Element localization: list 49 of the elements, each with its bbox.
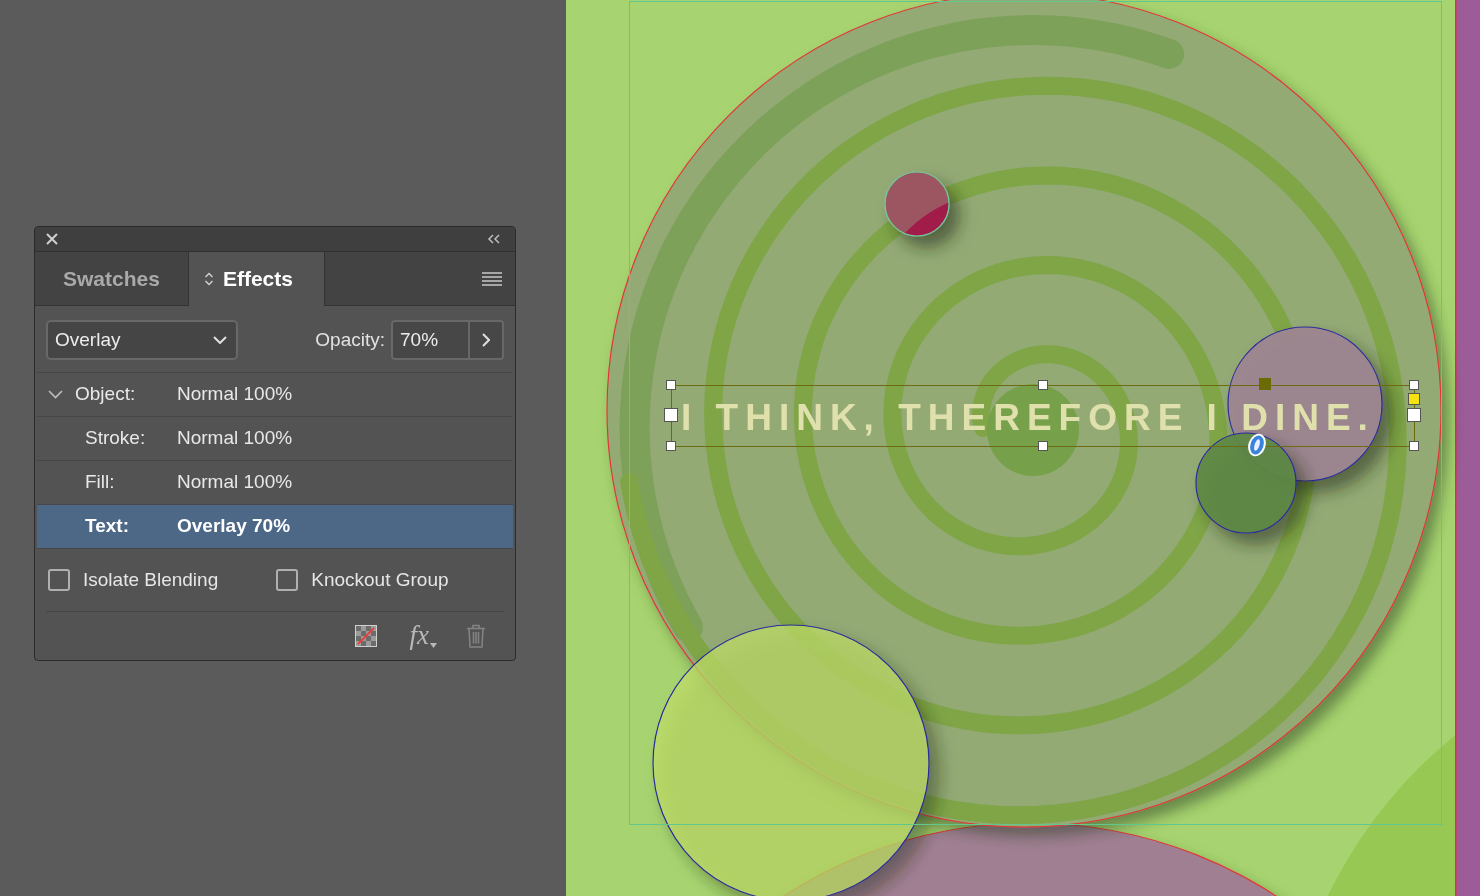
resize-handle[interactable]: [664, 408, 678, 422]
resize-handle[interactable]: [1038, 380, 1048, 390]
effects-button[interactable]: fx: [409, 622, 437, 649]
checkbox-label: Knockout Group: [311, 567, 449, 592]
row-label: Text:: [85, 514, 129, 539]
menu-icon: [482, 271, 502, 286]
clear-effects-button[interactable]: [354, 624, 377, 647]
chevron-down-icon[interactable]: [48, 390, 63, 399]
live-corner-handle[interactable]: [1408, 393, 1420, 405]
trash-icon: [466, 623, 486, 648]
caret-down-icon: [430, 643, 437, 648]
resize-handle[interactable]: [1038, 441, 1048, 451]
checkbox[interactable]: [48, 569, 70, 591]
row-value: Normal 100%: [177, 470, 293, 495]
row-label: Fill:: [85, 470, 115, 495]
row-value: Overlay 70%: [177, 514, 291, 539]
effect-level-row[interactable]: Text: Overlay 70%: [37, 505, 513, 549]
anchor-handle[interactable]: [1259, 378, 1271, 390]
headline-text: I THINK, THEREFORE I DINE.: [681, 399, 1375, 436]
chevron-right-icon: [482, 333, 490, 347]
checkbox-label: Isolate Blending: [83, 567, 219, 592]
resize-handle[interactable]: [1409, 380, 1419, 390]
opacity-field[interactable]: 70%: [391, 320, 468, 360]
clear-effects-icon: [354, 624, 377, 647]
resize-handle[interactable]: [666, 380, 676, 390]
panel-menu-button[interactable]: [481, 270, 503, 287]
close-icon: [46, 233, 58, 245]
double-chevron-left-icon: [487, 234, 501, 244]
row-label: Stroke:: [85, 426, 146, 451]
effect-level-row[interactable]: Object: Normal 100%: [37, 373, 513, 417]
opacity-slider-button[interactable]: [468, 320, 504, 360]
chevron-down-icon: [213, 336, 227, 344]
opacity-label: Opacity:: [315, 327, 385, 352]
row-label: Object:: [75, 382, 136, 407]
resize-handle[interactable]: [1409, 441, 1419, 451]
row-value: Normal 100%: [177, 382, 293, 407]
ring-icon: [1246, 432, 1268, 458]
checkbox[interactable]: [276, 569, 299, 591]
collapse-button[interactable]: [486, 233, 502, 245]
small-circle: [884, 171, 950, 237]
up-down-arrows-icon: [203, 271, 214, 287]
resize-handle[interactable]: [1407, 408, 1421, 422]
effect-level-row[interactable]: Stroke: Normal 100%: [37, 417, 513, 461]
row-value: Normal 100%: [177, 426, 293, 451]
close-button[interactable]: [45, 232, 59, 246]
blend-mode-dropdown[interactable]: Overlay: [46, 320, 238, 360]
panel-tab[interactable]: Effects: [188, 252, 325, 306]
panel-tab[interactable]: Swatches: [35, 252, 189, 306]
resize-handle[interactable]: [666, 441, 676, 451]
